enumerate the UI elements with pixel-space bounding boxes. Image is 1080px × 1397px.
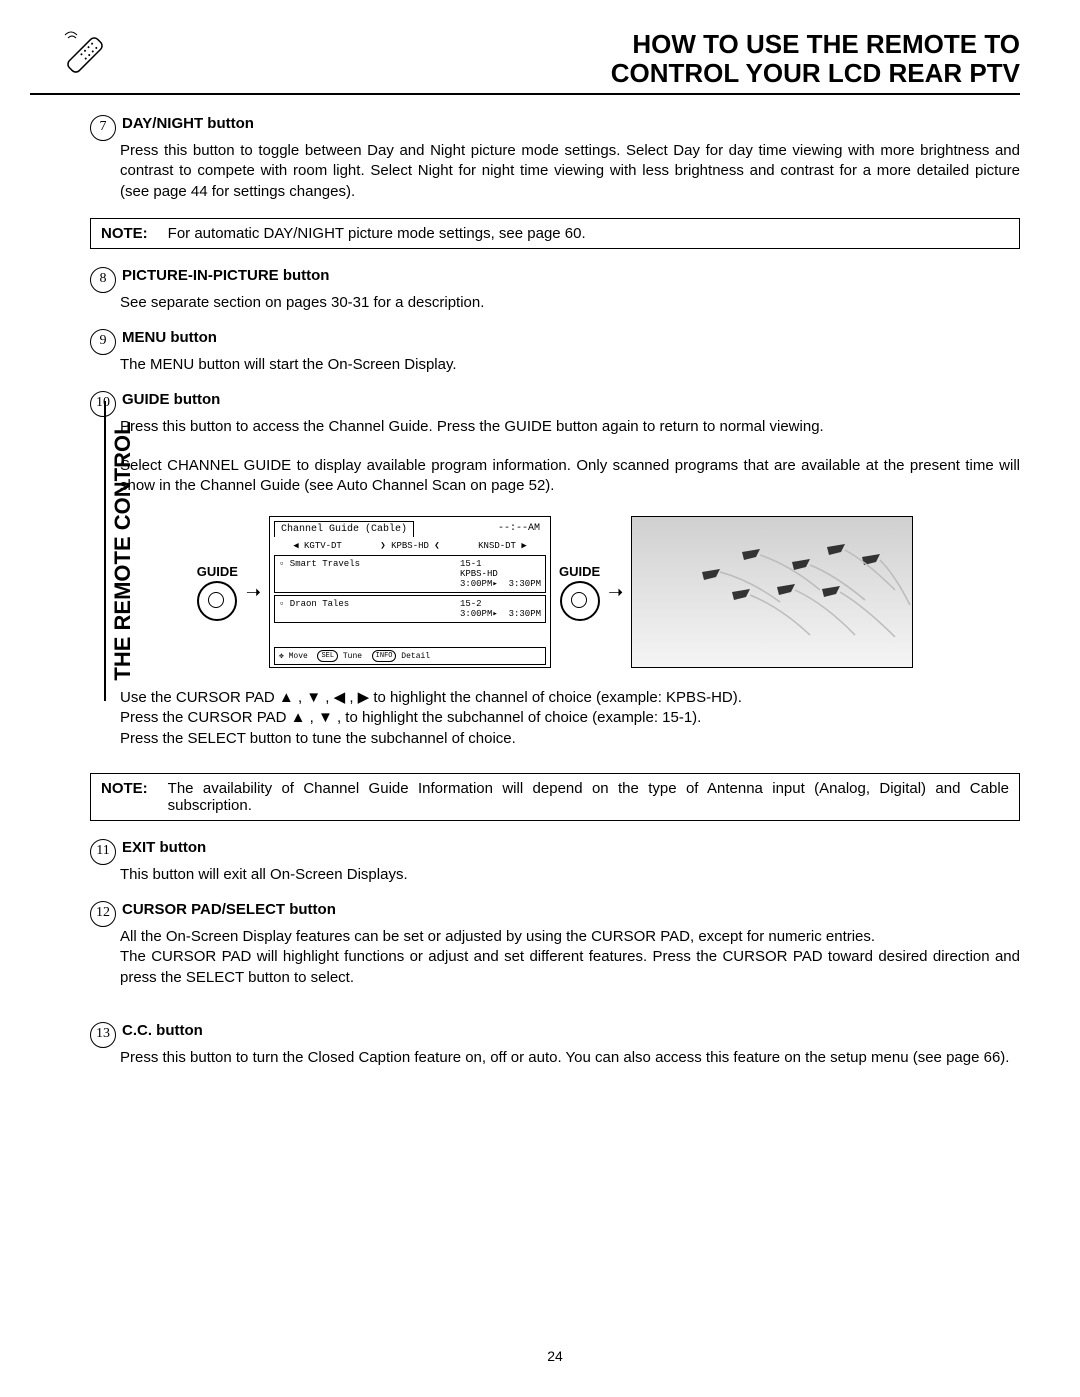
item-title: DAY/NIGHT button [122,115,254,132]
item-title: C.C. button [122,1022,203,1039]
item-title: CURSOR PAD/SELECT button [122,901,336,918]
item-desc: Press this button to turn the Closed Cap… [120,1048,1020,1068]
note-box-1: NOTE: For automatic DAY/NIGHT picture mo… [90,218,1020,249]
item-desc: This button will exit all On-Screen Disp… [120,865,1020,885]
osd-clock: --:--AM [498,523,540,534]
item-number: 9 [90,329,116,355]
item-8: 8 PICTURE-IN-PICTURE button See separate… [90,267,1020,313]
note-text: For automatic DAY/NIGHT picture mode set… [168,225,586,242]
cursor-instruction-3: Press the SELECT button to tune the subc… [120,729,1020,749]
remote-icon [60,30,110,80]
cursor-instruction-1: Use the CURSOR PAD ▲ , ▼ , ◀ , ▶ to high… [120,688,1020,708]
note-text: The availability of Channel Guide Inform… [168,780,1009,814]
page-header: HOW TO USE THE REMOTE TO CONTROL YOUR LC… [30,30,1020,95]
guide-button-icon: GUIDE [559,564,600,621]
osd-program-row: ▫ Smart Travels 15-1KPBS-HD3:00PM▸ 3:30P… [274,555,546,593]
item-7: 7 DAY/NIGHT button Press this button to … [90,115,1020,202]
osd-channel-row: ◀ KGTV-DT ❯ KPBS-HD ❮ KNSD-DT ▶ [270,539,550,553]
item-title: GUIDE button [122,391,220,408]
item-13: 13 C.C. button Press this button to turn… [90,1022,1020,1068]
item-9: 9 MENU button The MENU button will start… [90,329,1020,375]
osd-footer: ✥ Move SEL Tune INFO Detail [274,647,546,665]
item-number: 8 [90,267,116,293]
osd-program-row: ▫ Draon Tales 15-23:00PM▸ 3:30PM [274,595,546,623]
note-label: NOTE: [101,780,148,814]
item-number: 11 [90,839,116,865]
item-title: EXIT button [122,839,206,856]
note-box-2: NOTE: The availability of Channel Guide … [90,773,1020,821]
item-desc: The MENU button will start the On-Screen… [120,355,1020,375]
guide-flow-diagram: GUIDE ➝ Channel Guide (Cable) --:--AM ◀ … [90,516,1020,668]
osd-tab: Channel Guide (Cable) [274,521,414,537]
note-label: NOTE: [101,225,148,242]
arrow-right-icon: ➝ [246,582,261,603]
page-title: HOW TO USE THE REMOTE TO CONTROL YOUR LC… [110,30,1020,87]
item-desc-2: Select CHANNEL GUIDE to display availabl… [120,456,1020,497]
item-title: PICTURE-IN-PICTURE button [122,267,329,284]
tv-output-image [631,516,913,668]
item-number: 12 [90,901,116,927]
arrow-right-icon: ➝ [608,582,623,603]
page-number: 24 [90,1348,1020,1364]
item-desc: Press this button to access the Channel … [120,417,1020,437]
item-11: 11 EXIT button This button will exit all… [90,839,1020,885]
guide-button-icon: GUIDE [197,564,238,621]
item-title: MENU button [122,329,217,346]
item-desc: See separate section on pages 30-31 for … [120,293,1020,313]
item-number: 13 [90,1022,116,1048]
item-desc: Press this button to toggle between Day … [120,141,1020,202]
item-desc: All the On-Screen Display features can b… [120,927,1020,988]
item-number: 7 [90,115,116,141]
section-side-label: THE REMOTE CONTROL [30,115,60,1364]
channel-guide-osd: Channel Guide (Cable) --:--AM ◀ KGTV-DT … [269,516,551,668]
cursor-instruction-2: Press the CURSOR PAD ▲ , ▼ , to highligh… [120,708,1020,728]
item-10: 10 GUIDE button Press this button to acc… [90,391,1020,496]
item-12: 12 CURSOR PAD/SELECT button All the On-S… [90,901,1020,988]
